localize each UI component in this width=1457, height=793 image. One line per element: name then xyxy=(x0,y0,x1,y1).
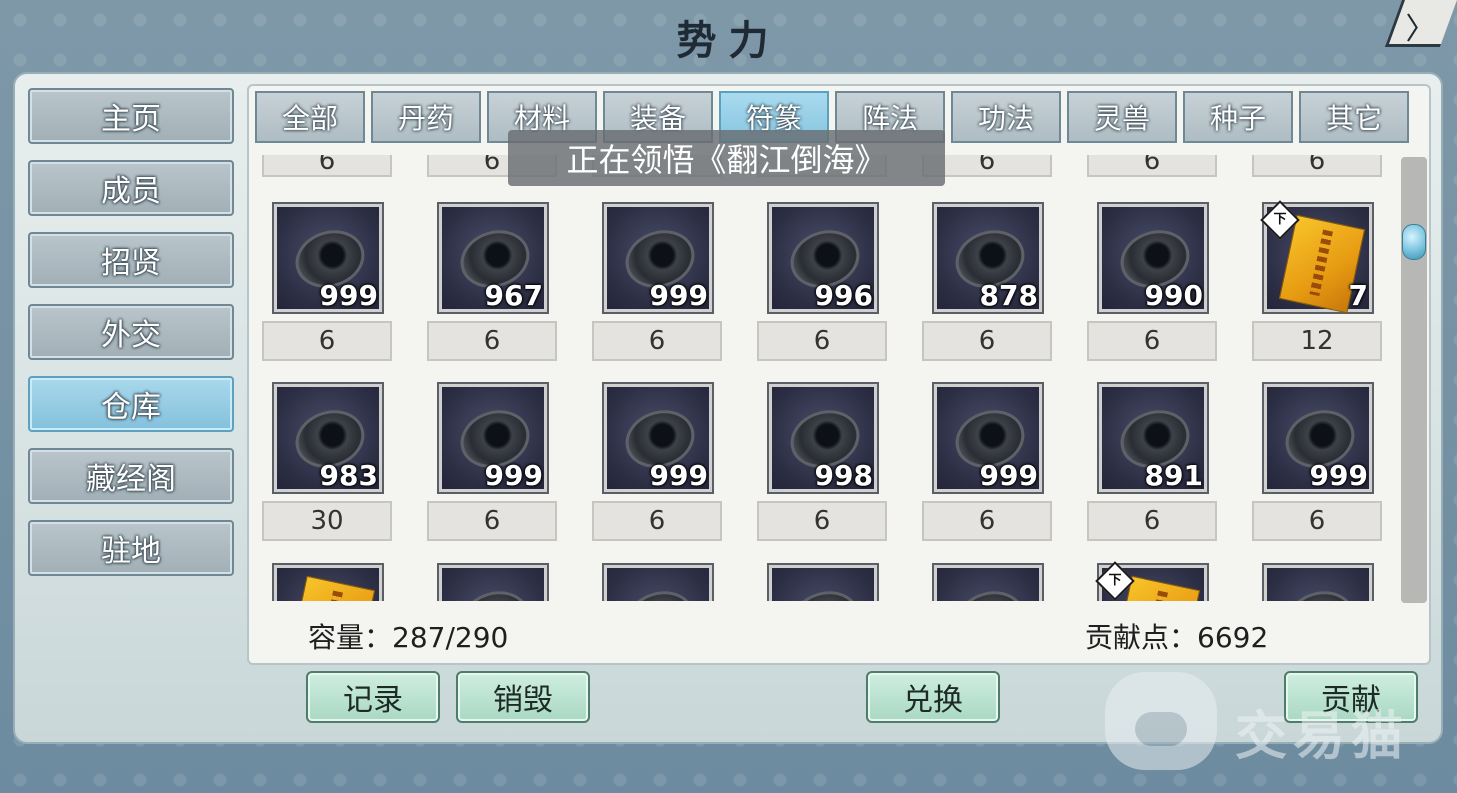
talisman-icon xyxy=(288,575,376,601)
cost-box: 6 xyxy=(1087,501,1217,541)
tab-pills[interactable]: 丹药 xyxy=(371,91,481,143)
stone-icon xyxy=(1278,582,1362,601)
slot-background xyxy=(937,568,1039,601)
destroy-button[interactable]: 销毁 xyxy=(456,671,590,723)
item-slot[interactable] xyxy=(437,563,549,601)
cost-box: 6 xyxy=(262,321,392,361)
exchange-button[interactable]: 兑换 xyxy=(866,671,1000,723)
item-slot[interactable] xyxy=(602,563,714,601)
cost-box: 6 xyxy=(1087,321,1217,361)
cost-box: 6 xyxy=(757,501,887,541)
sidebar-item-recruit[interactable]: 招贤 xyxy=(28,232,234,288)
cost-box: 6 xyxy=(757,321,887,361)
capacity-label: 容量： xyxy=(308,621,393,654)
capacity-info: 容量：287/290 xyxy=(308,616,508,656)
notification-toast: 正在领悟《翻江倒海》 xyxy=(508,130,945,186)
watermark: 交易猫 xyxy=(1105,672,1435,772)
grade-badge-label: 下 xyxy=(1273,212,1287,227)
item-slot[interactable]: 998 xyxy=(767,382,879,494)
record-button[interactable]: 记录 xyxy=(306,671,440,723)
item-slot[interactable]: 891 xyxy=(1097,382,1209,494)
item-quantity: 891 xyxy=(1144,459,1203,492)
sidebar: 主页 成员 招贤 外交 仓库 藏经阁 驻地 xyxy=(28,88,234,592)
item-quantity: 999 xyxy=(1309,459,1368,492)
item-slot[interactable]: 999 xyxy=(602,382,714,494)
item-slot[interactable]: 下7 xyxy=(1260,200,1374,314)
stone-icon xyxy=(453,582,537,601)
cat-logo-icon xyxy=(1105,672,1217,770)
capacity-value: 287/290 xyxy=(392,621,509,654)
sidebar-item-base[interactable]: 驻地 xyxy=(28,520,234,576)
item-slot[interactable]: 878 xyxy=(932,202,1044,314)
tab-spirit-beasts[interactable]: 灵兽 xyxy=(1067,91,1177,143)
page-title: 势力 xyxy=(676,17,781,64)
sidebar-item-members[interactable]: 成员 xyxy=(28,160,234,216)
tab-all[interactable]: 全部 xyxy=(255,91,365,143)
item-slot[interactable] xyxy=(767,563,879,601)
item-quantity: 998 xyxy=(814,459,873,492)
item-quantity: 996 xyxy=(814,279,873,312)
sidebar-item-library[interactable]: 藏经阁 xyxy=(28,448,234,504)
slot-background xyxy=(442,568,544,601)
slot-background xyxy=(1267,568,1369,601)
slot-background xyxy=(277,568,379,601)
cost-box: 6 xyxy=(1252,155,1382,177)
cost-box: 6 xyxy=(427,501,557,541)
sidebar-item-warehouse[interactable]: 仓库 xyxy=(28,376,234,432)
item-grid: 66666 999 6 967 6 999 6 996 6 878 6 990 6 下 7 12 983 30 9… xyxy=(262,155,1392,601)
item-quantity: 999 xyxy=(484,459,543,492)
item-quantity: 999 xyxy=(649,459,708,492)
sidebar-item-diplomacy[interactable]: 外交 xyxy=(28,304,234,360)
item-quantity: 983 xyxy=(319,459,378,492)
contribution-label: 贡献点： xyxy=(1085,621,1198,654)
item-slot[interactable]: 999 xyxy=(437,382,549,494)
cost-box: 6 xyxy=(592,501,722,541)
slot-background xyxy=(607,568,709,601)
item-slot[interactable] xyxy=(1262,563,1374,601)
item-quantity: 999 xyxy=(979,459,1038,492)
slot-background xyxy=(772,568,874,601)
stone-icon xyxy=(618,582,702,601)
item-slot[interactable]: 983 xyxy=(272,382,384,494)
cost-box: 6 xyxy=(922,321,1052,361)
cost-box: 30 xyxy=(262,501,392,541)
sidebar-item-home[interactable]: 主页 xyxy=(28,88,234,144)
chevron-right-icon: 〉 xyxy=(1405,12,1436,47)
item-slot[interactable]: 990 xyxy=(1097,202,1209,314)
item-quantity: 999 xyxy=(649,279,708,312)
cost-box: 6 xyxy=(1252,501,1382,541)
grade-badge-label: 下 xyxy=(1108,573,1122,588)
tab-seeds[interactable]: 种子 xyxy=(1183,91,1293,143)
stone-icon xyxy=(948,582,1032,601)
item-slot[interactable]: 996 xyxy=(767,202,879,314)
contribution-info: 贡献点：6692 xyxy=(1085,616,1268,656)
item-slot[interactable]: 967 xyxy=(437,202,549,314)
item-slot[interactable]: 999 xyxy=(1262,382,1374,494)
cost-box: 6 xyxy=(922,501,1052,541)
item-quantity: 7 xyxy=(1348,279,1368,312)
item-slot[interactable] xyxy=(932,563,1044,601)
item-quantity: 878 xyxy=(979,279,1038,312)
watermark-text: 交易猫 xyxy=(1235,707,1410,767)
cost-box: 6 xyxy=(592,321,722,361)
item-quantity: 967 xyxy=(484,279,543,312)
tab-others[interactable]: 其它 xyxy=(1299,91,1409,143)
item-quantity: 999 xyxy=(319,279,378,312)
contribution-value: 6692 xyxy=(1197,621,1269,654)
item-slot[interactable]: 999 xyxy=(602,202,714,314)
item-slot[interactable] xyxy=(272,563,384,601)
item-slot[interactable]: 999 xyxy=(932,382,1044,494)
item-slot[interactable]: 999 xyxy=(272,202,384,314)
cost-box: 6 xyxy=(262,155,392,177)
cost-box: 6 xyxy=(427,321,557,361)
cost-box: 6 xyxy=(1087,155,1217,177)
scrollbar-thumb[interactable] xyxy=(1402,224,1426,260)
tab-techniques[interactable]: 功法 xyxy=(951,91,1061,143)
stone-icon xyxy=(783,582,867,601)
cost-box: 12 xyxy=(1252,321,1382,361)
item-quantity: 990 xyxy=(1144,279,1203,312)
item-slot[interactable]: 下 xyxy=(1095,561,1209,601)
